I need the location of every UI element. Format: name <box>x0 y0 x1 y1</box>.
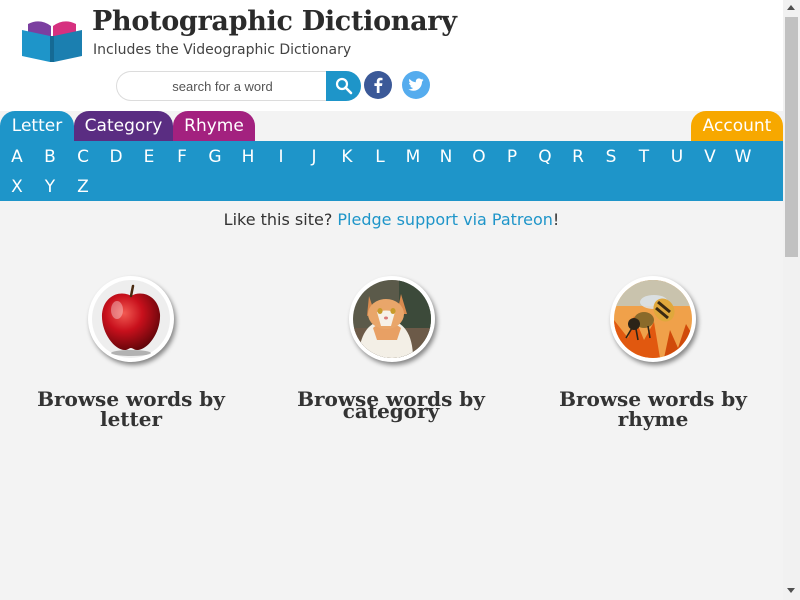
browse-by-rhyme-link[interactable]: Browse words by rhyme <box>527 389 779 429</box>
site-subtitle: Includes the Videographic Dictionary <box>93 42 352 58</box>
letter-link-z[interactable]: Z <box>71 172 95 202</box>
letter-link-i[interactable]: I <box>269 142 293 172</box>
scroll-down-arrow-icon[interactable] <box>787 588 795 593</box>
cat-image[interactable] <box>349 276 435 362</box>
letter-link-m[interactable]: M <box>401 142 425 172</box>
cat-icon <box>353 280 431 358</box>
letter-link-h[interactable]: H <box>236 142 260 172</box>
letter-link-s[interactable]: S <box>599 142 623 172</box>
letter-link-y[interactable]: Y <box>38 172 62 202</box>
letter-link-x[interactable]: X <box>5 172 29 202</box>
tab-account[interactable]: Account <box>691 111 783 141</box>
bee-image[interactable] <box>610 276 696 362</box>
pledge-prefix: Like this site? <box>223 210 338 229</box>
browse-by-category-link[interactable]: Browse words by category <box>296 389 486 421</box>
letter-link-n[interactable]: N <box>434 142 458 172</box>
twitter-button[interactable] <box>402 71 430 99</box>
letter-link-p[interactable]: P <box>500 142 524 172</box>
letter-nav: A B C D E F G H I J K L M N O P Q R S T … <box>0 141 783 201</box>
scroll-up-arrow-icon[interactable] <box>787 5 795 10</box>
letter-link-l[interactable]: L <box>368 142 392 172</box>
tab-category[interactable]: Category <box>74 111 173 141</box>
pledge-suffix: ! <box>552 210 560 229</box>
letter-link-w[interactable]: W <box>731 142 755 172</box>
letter-link-g[interactable]: G <box>203 142 227 172</box>
letter-link-k[interactable]: K <box>335 142 359 172</box>
tab-letter[interactable]: Letter <box>0 111 74 141</box>
letter-link-j[interactable]: J <box>302 142 326 172</box>
letter-link-u[interactable]: U <box>665 142 689 172</box>
letter-link-o[interactable]: O <box>467 142 491 172</box>
search-button[interactable] <box>326 71 361 101</box>
letter-link-v[interactable]: V <box>698 142 722 172</box>
letter-link-c[interactable]: C <box>71 142 95 172</box>
patreon-link[interactable]: Pledge support via Patreon <box>337 210 553 229</box>
apple-icon <box>92 280 170 358</box>
facebook-button[interactable] <box>364 71 392 99</box>
letter-link-d[interactable]: D <box>104 142 128 172</box>
site-title[interactable]: Photographic Dictionary <box>92 6 457 37</box>
book-icon[interactable] <box>20 10 84 62</box>
bee-icon <box>614 280 692 358</box>
apple-image[interactable] <box>88 276 174 362</box>
search-input[interactable] <box>116 71 328 101</box>
letter-link-q[interactable]: Q <box>533 142 557 172</box>
letter-link-r[interactable]: R <box>566 142 590 172</box>
browse-by-letter-link[interactable]: Browse words by letter <box>12 389 250 429</box>
pledge-message: Like this site? Pledge support via Patre… <box>0 210 783 229</box>
twitter-icon <box>408 78 424 91</box>
tab-rhyme[interactable]: Rhyme <box>173 111 255 141</box>
letter-link-a[interactable]: A <box>5 142 29 172</box>
vertical-scrollbar[interactable] <box>783 0 800 600</box>
letter-link-b[interactable]: B <box>38 142 62 172</box>
letter-link-t[interactable]: T <box>632 142 656 172</box>
letter-link-e[interactable]: E <box>137 142 161 172</box>
site-header: Photographic Dictionary Includes the Vid… <box>0 0 783 111</box>
search-icon <box>335 77 352 95</box>
letter-link-f[interactable]: F <box>170 142 194 172</box>
search-bar <box>116 71 361 101</box>
facebook-icon <box>374 77 383 93</box>
scroll-thumb[interactable] <box>785 17 798 257</box>
